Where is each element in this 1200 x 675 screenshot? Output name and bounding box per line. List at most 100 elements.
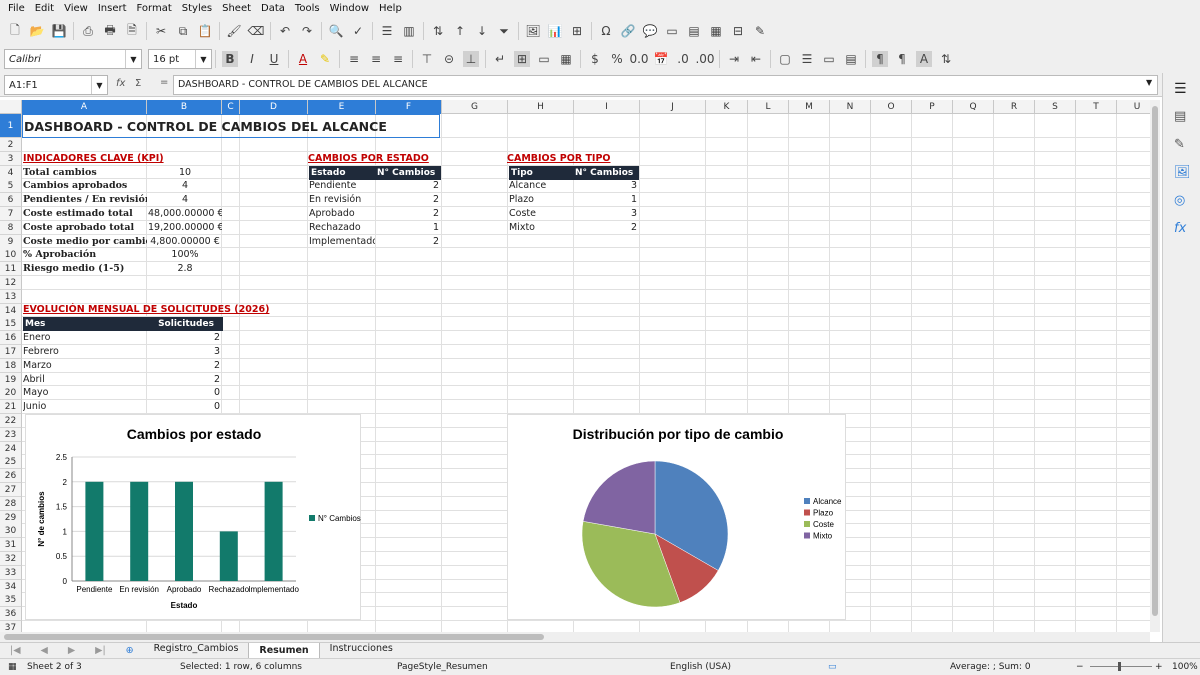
add-sheet-icon[interactable]: ⊕ bbox=[116, 645, 144, 656]
estado-label[interactable]: Rechazado bbox=[309, 221, 375, 235]
selection-mode-icon[interactable]: ▭ bbox=[828, 662, 837, 672]
column-header-j[interactable]: J bbox=[640, 100, 706, 114]
row-header-19[interactable]: 19 bbox=[0, 372, 22, 387]
column-header-q[interactable]: Q bbox=[953, 100, 994, 114]
evol-count[interactable]: 3 bbox=[148, 345, 222, 359]
border-color-icon[interactable]: ▭ bbox=[821, 51, 837, 67]
menu-icon[interactable]: ☰ bbox=[1174, 81, 1187, 97]
estado-count[interactable]: 2 bbox=[377, 179, 441, 193]
print-preview-icon[interactable]: 🗎 bbox=[124, 23, 140, 39]
row-header-18[interactable]: 18 bbox=[0, 358, 22, 373]
currency-format-icon[interactable]: $ bbox=[587, 51, 603, 67]
column-header-n[interactable]: N bbox=[830, 100, 871, 114]
column-header-l[interactable]: L bbox=[748, 100, 789, 114]
prev-sheet-icon[interactable]: ◀ bbox=[31, 645, 58, 656]
row-header-4[interactable]: 4 bbox=[0, 165, 22, 180]
tipo-count[interactable]: 2 bbox=[575, 221, 639, 235]
pivot-table-icon[interactable]: ⊞ bbox=[569, 23, 585, 39]
column-header-b[interactable]: B bbox=[147, 100, 222, 114]
menu-styles[interactable]: Styles bbox=[177, 3, 217, 14]
evol-month[interactable]: Mayo bbox=[23, 386, 147, 400]
kpi-value[interactable]: 100% bbox=[148, 248, 222, 262]
status-language[interactable]: English (USA) bbox=[670, 662, 731, 672]
column-header-k[interactable]: K bbox=[706, 100, 748, 114]
kpi-label[interactable]: Cambios aprobados bbox=[23, 179, 147, 193]
column-header-h[interactable]: H bbox=[508, 100, 574, 114]
align-middle-icon[interactable]: ⊝ bbox=[441, 51, 457, 67]
find-replace-icon[interactable]: 🔍 bbox=[328, 23, 344, 39]
row-header-24[interactable]: 24 bbox=[0, 441, 22, 456]
evol-count[interactable]: 2 bbox=[148, 359, 222, 373]
row-header-3[interactable]: 3 bbox=[0, 151, 22, 166]
menu-window[interactable]: Window bbox=[325, 3, 374, 14]
row-header-15[interactable]: 15 bbox=[0, 317, 22, 332]
open-icon[interactable]: 📂 bbox=[29, 23, 45, 39]
zoom-slider-handle[interactable] bbox=[1118, 662, 1121, 671]
percent-format-icon[interactable]: % bbox=[609, 51, 625, 67]
row-header-2[interactable]: 2 bbox=[0, 138, 22, 152]
status-zoom[interactable]: 100% bbox=[1172, 662, 1198, 672]
redo-icon[interactable]: ↷ bbox=[299, 23, 315, 39]
kpi-label[interactable]: Coste medio por cambio bbox=[23, 235, 147, 249]
clone-format-icon[interactable]: 🖌 bbox=[226, 23, 242, 39]
kpi-label[interactable]: Pendientes / En revisión bbox=[23, 193, 147, 207]
row-header-8[interactable]: 8 bbox=[0, 220, 22, 235]
menu-view[interactable]: View bbox=[59, 3, 93, 14]
row-header-22[interactable]: 22 bbox=[0, 414, 22, 428]
wrap-text-icon[interactable]: ↵ bbox=[492, 51, 508, 67]
evol-count[interactable]: 0 bbox=[148, 386, 222, 400]
sheet-tab-instrucciones[interactable]: Instrucciones bbox=[320, 643, 403, 659]
increase-indent-icon[interactable]: ⇥ bbox=[726, 51, 742, 67]
kpi-value[interactable]: 48,000.00000 € bbox=[148, 207, 222, 221]
left-to-right-icon[interactable]: ¶ bbox=[872, 51, 888, 67]
evol-month[interactable]: Junio bbox=[23, 400, 147, 414]
align-left-icon[interactable]: ≡ bbox=[346, 51, 362, 67]
font-size-box[interactable]: 16 pt ▼ bbox=[148, 49, 212, 69]
column-header-e[interactable]: E bbox=[308, 100, 376, 114]
column-header-r[interactable]: R bbox=[994, 100, 1035, 114]
bar-chart[interactable]: Cambios por estado 0 0.5 1 1.5 2 2.5 Pendiente E… bbox=[25, 414, 361, 620]
kpi-value[interactable]: 4 bbox=[148, 179, 222, 193]
show-draw-functions-icon[interactable]: ✎ bbox=[752, 23, 768, 39]
evol-header[interactable]: Mes bbox=[23, 317, 148, 332]
insert-image-icon[interactable]: 🖼 bbox=[525, 23, 541, 39]
bold-icon[interactable]: B bbox=[222, 51, 238, 67]
estado-count[interactable]: 2 bbox=[377, 193, 441, 207]
estado-label[interactable]: Aprobado bbox=[309, 207, 375, 221]
row-header-32[interactable]: 32 bbox=[0, 552, 22, 566]
properties-icon[interactable]: ▤ bbox=[1174, 109, 1186, 124]
row-header-13[interactable]: 13 bbox=[0, 289, 22, 304]
paste-icon[interactable]: 📋 bbox=[197, 23, 213, 39]
tipo-label[interactable]: Alcance bbox=[509, 179, 575, 193]
row-header-25[interactable]: 25 bbox=[0, 455, 22, 470]
zoom-in-icon[interactable]: + bbox=[1155, 662, 1163, 672]
row-header-36[interactable]: 36 bbox=[0, 607, 22, 622]
formula-input[interactable]: DASHBOARD - CONTROL DE CAMBIOS DEL ALCAN… bbox=[173, 75, 1158, 95]
column-header-p[interactable]: P bbox=[912, 100, 953, 114]
row-header-17[interactable]: 17 bbox=[0, 345, 22, 359]
estado-header[interactable]: N° Cambios bbox=[375, 165, 441, 180]
define-print-area-icon[interactable]: ▤ bbox=[686, 23, 702, 39]
menu-tools[interactable]: Tools bbox=[290, 3, 325, 14]
comment-icon[interactable]: 💬 bbox=[642, 23, 658, 39]
row-header-6[interactable]: 6 bbox=[0, 193, 22, 208]
column-header-i[interactable]: I bbox=[574, 100, 640, 114]
row-header-10[interactable]: 10 bbox=[0, 248, 22, 263]
sum-icon[interactable]: Σ bbox=[135, 78, 141, 89]
cut-icon[interactable]: ✂ bbox=[153, 23, 169, 39]
row-header-21[interactable]: 21 bbox=[0, 400, 22, 415]
styles-icon[interactable]: ✎ bbox=[1174, 137, 1185, 152]
menu-file[interactable]: File bbox=[3, 3, 30, 14]
tipo-label[interactable]: Coste bbox=[509, 207, 575, 221]
row-header-35[interactable]: 35 bbox=[0, 593, 22, 608]
row-header-16[interactable]: 16 bbox=[0, 331, 22, 346]
tipo-count[interactable]: 3 bbox=[575, 207, 639, 221]
sheet-tab-registro-cambios[interactable]: Registro_Cambios bbox=[144, 643, 249, 659]
copy-icon[interactable]: ⧉ bbox=[175, 23, 191, 39]
select-all-corner[interactable] bbox=[0, 100, 22, 114]
row-header-26[interactable]: 26 bbox=[0, 469, 22, 484]
estado-label[interactable]: Pendiente bbox=[309, 179, 375, 193]
italic-icon[interactable]: I bbox=[244, 51, 260, 67]
kpi-label[interactable]: Total cambios bbox=[23, 166, 147, 180]
text-vertical-icon[interactable]: ⇅ bbox=[938, 51, 954, 67]
